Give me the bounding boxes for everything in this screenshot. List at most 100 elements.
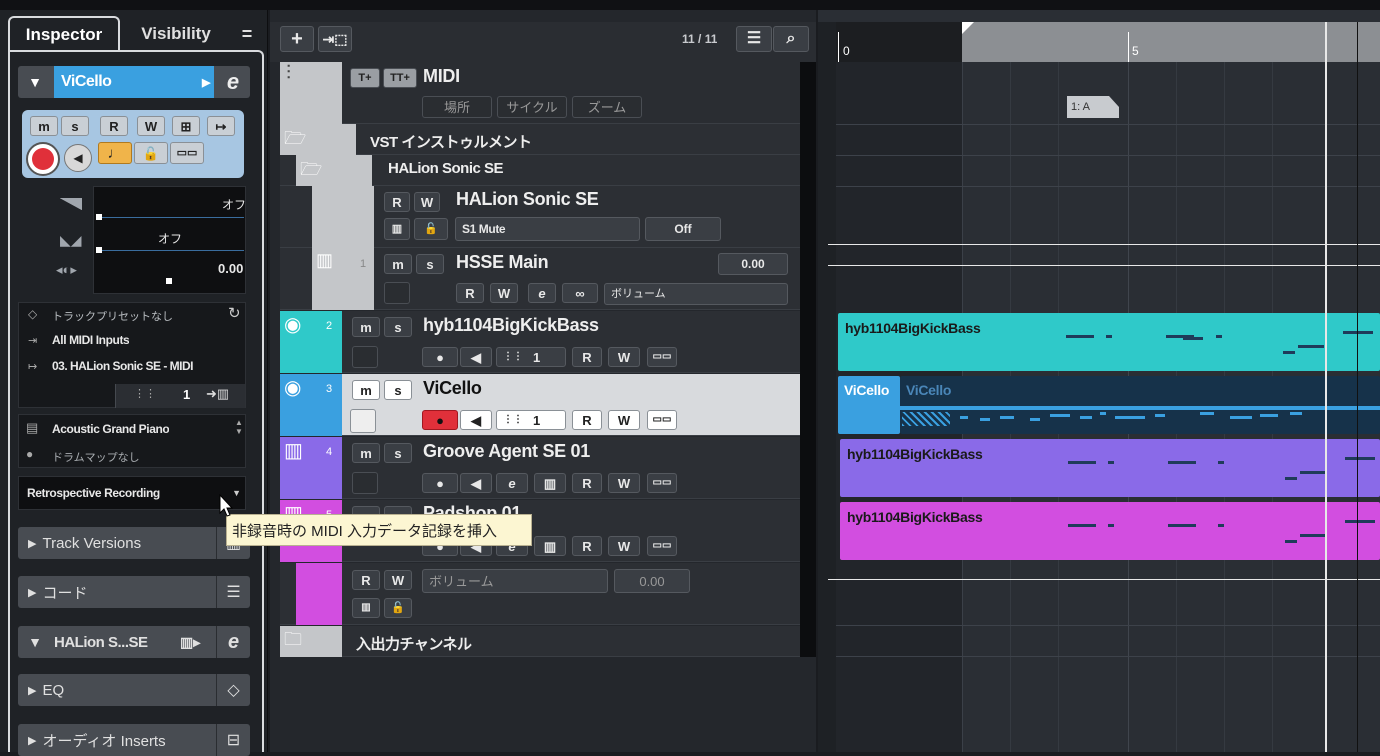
read-button[interactable]: R	[352, 570, 380, 590]
hsse-volume-value[interactable]: 0.00	[718, 253, 788, 275]
midi-input-field[interactable]: All MIDI Inputs	[52, 333, 129, 347]
zoom-button[interactable]: ズーム	[572, 96, 642, 118]
lock-icon[interactable]: 🔓	[384, 598, 412, 618]
write-button[interactable]: W	[137, 116, 165, 136]
solo-button[interactable]: s	[61, 116, 89, 136]
automation-value-field[interactable]: Off	[645, 217, 721, 241]
record-enable-button[interactable]: ●	[422, 473, 458, 493]
write-button[interactable]: W	[384, 570, 412, 590]
monitor-button[interactable]: ◀	[460, 410, 492, 430]
lanes-icon[interactable]: ▭▭	[647, 473, 677, 493]
marker-event[interactable]: 1: A	[1067, 96, 1109, 118]
delay-handle[interactable]	[166, 278, 172, 284]
write-button[interactable]: W	[608, 347, 640, 367]
section-chord[interactable]: ▶コード☰	[18, 576, 250, 608]
eq-bypass-icon[interactable]: ◇	[216, 674, 250, 706]
link-icon[interactable]: ∞	[562, 283, 598, 303]
section-audio-inserts[interactable]: ▶オーディオ Inserts⊟	[18, 724, 250, 756]
routing-icon[interactable]: ↦	[207, 116, 235, 136]
write-button[interactable]: W	[608, 473, 640, 493]
write-button[interactable]: W	[608, 536, 640, 556]
piano-icon[interactable]: ▥	[534, 536, 566, 556]
write-button[interactable]: W	[608, 410, 640, 430]
automation-value-field[interactable]: 0.00	[614, 569, 690, 593]
midi-event[interactable]: hyb1104BigKickBass	[840, 439, 1380, 497]
solo-button[interactable]: s	[384, 317, 412, 337]
lanes-icon[interactable]: ▭▭	[647, 347, 677, 367]
solo-button[interactable]: s	[384, 443, 412, 463]
tab-visibility[interactable]: Visibility	[126, 18, 226, 50]
chord-settings-icon[interactable]: ☰	[216, 576, 250, 608]
mute-button[interactable]: m	[352, 317, 380, 337]
left-locator-icon[interactable]	[962, 22, 974, 34]
read-button[interactable]: R	[572, 473, 602, 493]
edit-instrument-icon[interactable]: e	[528, 283, 556, 303]
read-button[interactable]: R	[384, 192, 410, 212]
read-button[interactable]: R	[456, 283, 484, 303]
volume-handle[interactable]	[96, 214, 102, 220]
solo-button[interactable]: s	[416, 254, 444, 274]
record-enable-button[interactable]	[26, 142, 60, 176]
lanes-icon[interactable]: ▭▭	[647, 410, 677, 430]
edit-instrument-icon[interactable]: e	[216, 66, 250, 98]
collapse-triangle-icon[interactable]: ▼	[18, 66, 52, 98]
record-enable-button[interactable]: ●	[422, 347, 458, 367]
midi-event-recording[interactable]: ViCello	[900, 376, 1380, 434]
timebase-button[interactable]: ♩	[98, 142, 132, 164]
record-enable-button[interactable]: ●	[422, 410, 458, 430]
read-button[interactable]: R	[572, 410, 602, 430]
program-spin-icon[interactable]: ▲▼	[235, 418, 243, 436]
inspector-track-name[interactable]: ViCello▶	[54, 66, 214, 98]
inspector-menu-icon[interactable]: =	[234, 18, 260, 50]
edit-instrument-icon[interactable]: e	[216, 626, 250, 658]
section-track-versions[interactable]: ▶Track Versions▥	[18, 527, 250, 559]
lock-icon[interactable]: 🔓	[414, 218, 448, 240]
drum-map-field[interactable]: ドラムマップなし	[52, 449, 140, 465]
retro-record-dropdown[interactable]: Retrospective Recording▼	[18, 476, 246, 510]
mute-button[interactable]: m	[30, 116, 58, 136]
lanes-icon[interactable]: ▭▭	[170, 142, 204, 164]
add-track-button[interactable]: +	[280, 26, 314, 52]
midi-channel-field[interactable]: ⋮⋮1	[496, 347, 566, 367]
monitor-button[interactable]: ◀	[460, 347, 492, 367]
write-button[interactable]: W	[414, 192, 440, 212]
tracklist-scrollbar[interactable]	[800, 62, 816, 657]
read-button[interactable]: R	[100, 116, 128, 136]
midi-event[interactable]: hyb1104BigKickBass	[838, 313, 1380, 371]
monitor-button[interactable]: ◀	[460, 473, 492, 493]
edit-channel-icon[interactable]: ➜▥	[206, 386, 229, 402]
mute-button[interactable]: m	[352, 443, 380, 463]
program-field[interactable]: Acoustic Grand Piano	[52, 422, 169, 436]
refresh-icon[interactable]: ↻	[228, 304, 241, 322]
track-preset-field[interactable]: トラックプリセットなし	[52, 308, 173, 324]
automation-param-field[interactable]: ボリューム	[604, 283, 788, 305]
solo-button[interactable]: s	[384, 380, 412, 400]
inserts-bypass-icon[interactable]: ⊟	[216, 724, 250, 756]
lock-icon[interactable]: 🔓	[134, 142, 168, 164]
automation-param-field[interactable]: ボリューム	[422, 569, 608, 593]
locate-button[interactable]: 場所	[422, 96, 492, 118]
automation-param-field[interactable]: S1 Mute	[455, 217, 640, 241]
midi-channel-value[interactable]: 1	[183, 387, 190, 402]
piano-icon[interactable]: ▥	[534, 473, 566, 493]
search-button[interactable]: ⌕	[773, 26, 809, 52]
midi-event-selected[interactable]: ViCello	[838, 376, 900, 434]
add-track-preset-button[interactable]: ⇥⬚	[318, 26, 352, 52]
section-eq[interactable]: ▶EQ◇	[18, 674, 250, 706]
lanes-icon[interactable]: ▥	[352, 598, 380, 618]
midi-output-field[interactable]: 03. HALion Sonic SE - MIDI	[52, 359, 193, 373]
add-text-2-button[interactable]: TT+	[383, 68, 417, 88]
write-button[interactable]: W	[490, 283, 518, 303]
tracklist-settings-button[interactable]: ☰	[736, 26, 772, 52]
editor-icon[interactable]: ⊞	[172, 116, 200, 136]
mute-button[interactable]: m	[352, 380, 380, 400]
vst-folder-track[interactable]	[280, 124, 800, 155]
midi-channel-field[interactable]: ⋮⋮1	[496, 410, 566, 430]
lanes-icon[interactable]: ▥	[384, 218, 410, 240]
pan-handle[interactable]	[96, 247, 102, 253]
read-button[interactable]: R	[572, 347, 602, 367]
section-halion[interactable]: ▼HALion S...SE▥▸e	[18, 626, 250, 658]
add-text-button[interactable]: T+	[350, 68, 380, 88]
edit-instrument-icon[interactable]: e	[496, 473, 528, 493]
midi-event[interactable]: hyb1104BigKickBass	[840, 502, 1380, 560]
